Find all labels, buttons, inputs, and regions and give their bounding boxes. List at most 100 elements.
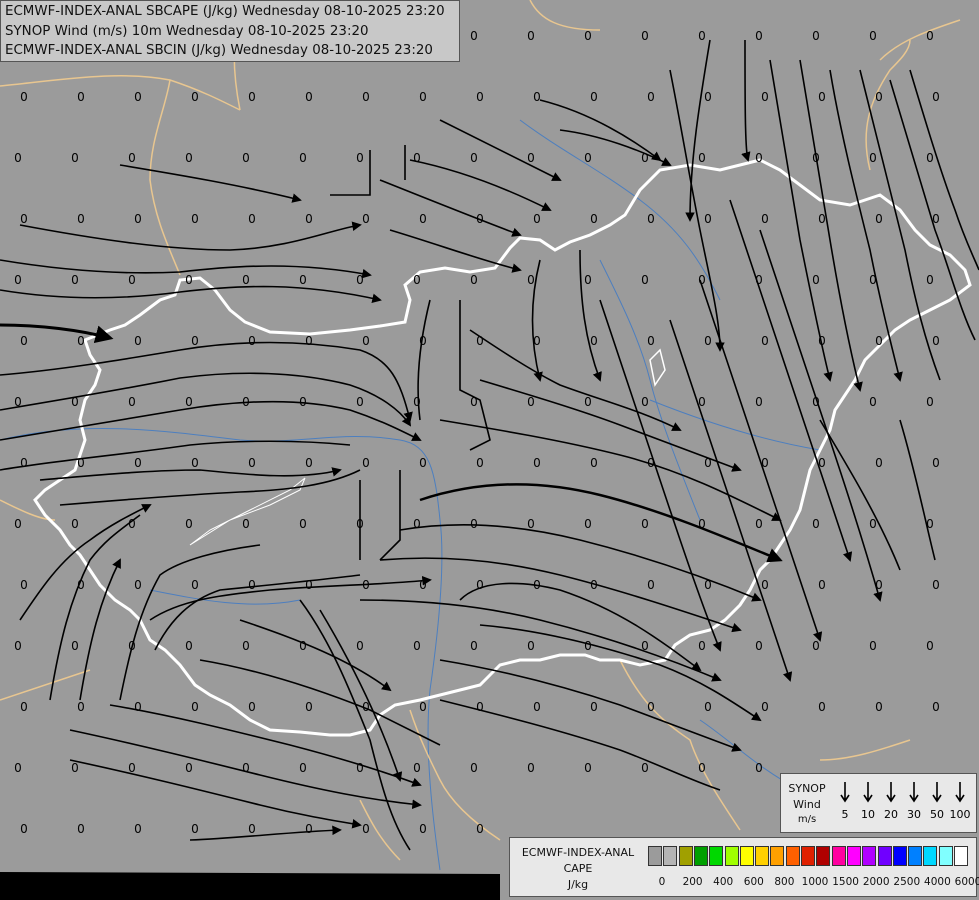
- cape-value-label: 0: [470, 151, 478, 165]
- cape-value-label: 0: [134, 822, 142, 836]
- cape-value-label: 0: [419, 822, 427, 836]
- wind-arrow-icon: [932, 782, 942, 803]
- cape-value-label: 0: [356, 517, 364, 531]
- cape-value-label: 0: [527, 639, 535, 653]
- cape-value-label: 0: [77, 334, 85, 348]
- cape-value-label: 0: [248, 212, 256, 226]
- cape-value-label: 0: [14, 517, 22, 531]
- cape-value-label: 0: [242, 761, 250, 775]
- wind-legend-label-unit: m/s: [797, 814, 817, 825]
- cape-value-label: 0: [698, 639, 706, 653]
- cape-value-label: 0: [869, 395, 877, 409]
- cape-value-label: 0: [932, 212, 940, 226]
- cape-value-label: 0: [470, 639, 478, 653]
- cape-color-swatch: [908, 846, 923, 866]
- cape-value-label: 0: [698, 517, 706, 531]
- cape-value-label: 0: [818, 334, 826, 348]
- cape-value-label: 0: [299, 517, 307, 531]
- cape-value-label: 0: [305, 456, 313, 470]
- cape-color-swatch: [663, 846, 678, 866]
- cape-color-swatch: [709, 846, 724, 866]
- cape-value-label: 0: [875, 456, 883, 470]
- title-sbcape: ECMWF-INDEX-ANAL SBCAPE (J/kg) Wednesday…: [5, 4, 445, 19]
- cape-value-label: 0: [698, 29, 706, 43]
- cape-value-label: 0: [527, 395, 535, 409]
- cape-value-label: 0: [14, 395, 22, 409]
- cape-value-label: 0: [533, 700, 541, 714]
- cape-tick-label: 2500: [893, 876, 921, 888]
- cape-tick-label: 0: [658, 876, 666, 888]
- cape-value-label: 0: [248, 334, 256, 348]
- cape-value-label: 0: [704, 90, 712, 104]
- cape-value-label: 0: [362, 90, 370, 104]
- cape-value-label: 0: [641, 639, 649, 653]
- cape-value-label: 0: [419, 212, 427, 226]
- cape-tick-label: 600: [743, 876, 764, 888]
- cape-value-label: 0: [584, 517, 592, 531]
- cape-tick-label: 800: [774, 876, 795, 888]
- cape-value-label: 0: [20, 90, 28, 104]
- cape-value-label: 0: [305, 334, 313, 348]
- cape-value-label: 0: [191, 700, 199, 714]
- title-sbcin: ECMWF-INDEX-ANAL SBCIN (J/kg) Wednesday …: [5, 43, 433, 58]
- cape-value-label: 0: [305, 700, 313, 714]
- cape-value-label: 0: [248, 90, 256, 104]
- cape-value-label: 0: [527, 517, 535, 531]
- cape-value-label: 0: [812, 29, 820, 43]
- cape-value-label: 0: [20, 456, 28, 470]
- cape-value-label: 0: [185, 639, 193, 653]
- cape-value-label: 0: [185, 761, 193, 775]
- cape-value-label: 0: [584, 273, 592, 287]
- cape-value-label: 0: [476, 700, 484, 714]
- cape-tick-label: 1000: [801, 876, 829, 888]
- cape-value-label: 0: [533, 334, 541, 348]
- cape-value-label: 0: [362, 456, 370, 470]
- cape-color-swatch: [648, 846, 662, 866]
- cape-value-label: 0: [533, 212, 541, 226]
- map-title-box: ECMWF-INDEX-ANAL SBCAPE (J/kg) Wednesday…: [0, 0, 460, 62]
- cape-value-label: 0: [20, 578, 28, 592]
- cape-value-label: 0: [926, 273, 934, 287]
- out-of-domain-area: [0, 872, 500, 900]
- cape-value-label: 0: [299, 761, 307, 775]
- cape-value-label: 0: [641, 761, 649, 775]
- cape-tick-label: 200: [682, 876, 703, 888]
- cape-value-label: 0: [869, 273, 877, 287]
- wind-legend-arrows: 5 10 20 30 50 100: [840, 782, 971, 821]
- cape-color-swatch: [862, 846, 877, 866]
- cape-value-label: 0: [755, 29, 763, 43]
- weather-map[interactable]: 0 0 0 0 0 0 0 0 0 0 0 0 0 0 0 0 0 0 0 0 0 0 0 0 0 0 0 0 0 0 0 0 0 0 0 0 0 0 0 0…: [0, 0, 979, 900]
- cape-value-label: 0: [698, 761, 706, 775]
- cape-value-label: 0: [14, 273, 22, 287]
- cape-value-label: 0: [356, 273, 364, 287]
- cape-value-label: 0: [20, 334, 28, 348]
- cape-color-swatch: [785, 846, 800, 866]
- cape-value-label: 0: [704, 700, 712, 714]
- cape-value-label: 0: [413, 761, 421, 775]
- cape-color-swatch: [755, 846, 770, 866]
- cape-value-label: 0: [647, 212, 655, 226]
- cape-value-label: 0: [470, 29, 478, 43]
- cape-value-label: 0: [647, 334, 655, 348]
- cape-value-label: 0: [647, 90, 655, 104]
- cape-value-label: 0: [77, 90, 85, 104]
- cape-value-label: 0: [185, 517, 193, 531]
- cape-color-swatch: [770, 846, 785, 866]
- cape-tick-label: 6000: [954, 876, 979, 888]
- cape-legend-unit: J/kg: [567, 878, 589, 891]
- cape-value-label: 0: [761, 90, 769, 104]
- cape-value-label: 0: [362, 334, 370, 348]
- cape-value-label: 0: [584, 151, 592, 165]
- cape-value-label: 0: [818, 90, 826, 104]
- cape-value-label: 0: [926, 29, 934, 43]
- cape-value-label: 0: [818, 700, 826, 714]
- cape-value-label: 0: [128, 395, 136, 409]
- cape-tick-label: 4000: [924, 876, 951, 888]
- cape-value-label: 0: [191, 456, 199, 470]
- cape-value-label: 0: [470, 761, 478, 775]
- cape-tick-label: 1500: [832, 876, 859, 888]
- cape-value-label: 0: [527, 151, 535, 165]
- cape-value-label: 0: [932, 90, 940, 104]
- cape-value-label: 0: [641, 517, 649, 531]
- cape-value-label: 0: [299, 151, 307, 165]
